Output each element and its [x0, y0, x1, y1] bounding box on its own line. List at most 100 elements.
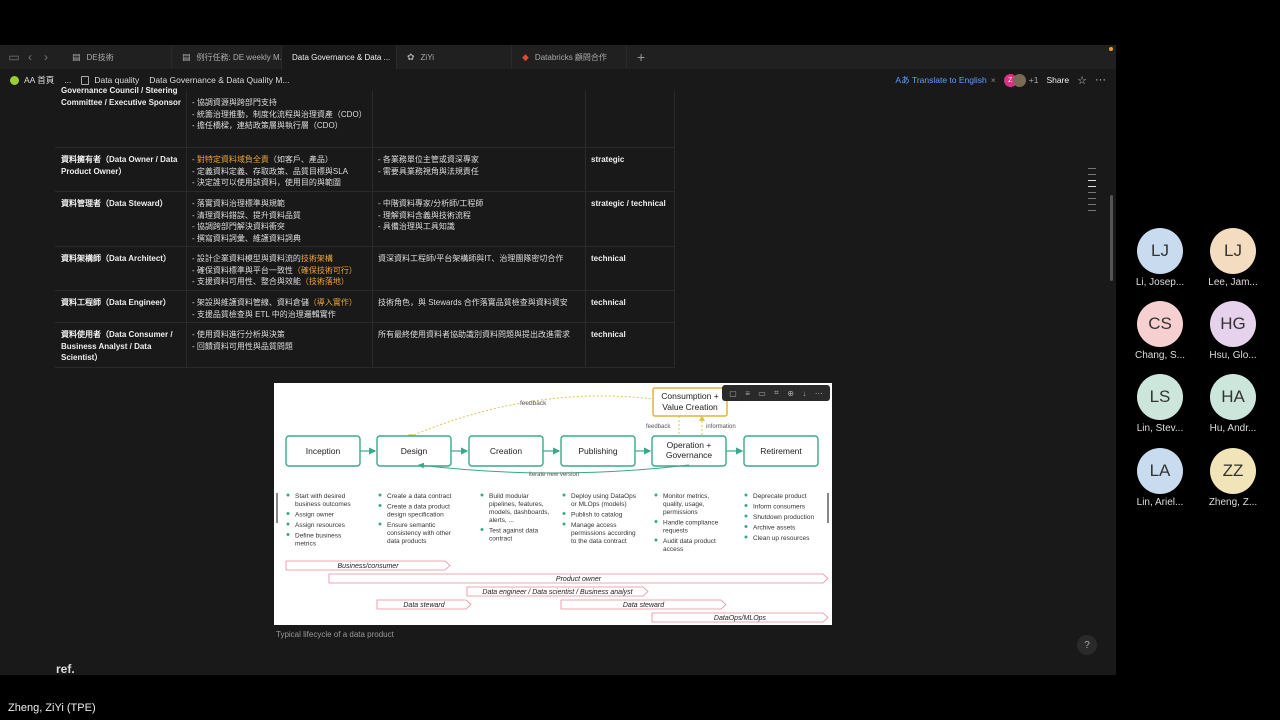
bullet-text: permissions [663, 509, 698, 516]
avatar: LS [1137, 374, 1183, 420]
new-tab-button[interactable]: + [627, 49, 655, 65]
bullet-text: Inform consumers [753, 504, 806, 511]
bullet-text: Archive assets [753, 525, 796, 532]
bullet-dot [286, 493, 290, 497]
members-cell: 資深資料工程師/平台架構師與IT、治理團隊密切合作 [378, 254, 564, 263]
download-icon[interactable]: ↓ [802, 389, 806, 398]
breadcrumb-current[interactable]: Data Governance & Data Quality M... [149, 75, 289, 85]
participant-tile[interactable]: HG Hsu, Glo... [1198, 301, 1268, 361]
image-toolbar: ▢ ≡ ▭ ⌗ ⊕ ↓ ⋯ [722, 385, 830, 401]
more-icon[interactable]: ⋯ [815, 389, 823, 398]
participant-tile[interactable]: LJ Lee, Jam... [1198, 228, 1268, 288]
table-row: 資料使用者（Data Consumer / Business Analyst /… [55, 323, 675, 368]
stage-label: Creation [490, 446, 522, 456]
role-label: Data engineer / Data scientist / Busines… [482, 589, 633, 596]
avatar: LJ [1137, 228, 1183, 274]
participant-tile[interactable]: LJ Li, Josep... [1125, 228, 1195, 288]
zoom-icon[interactable]: ⊕ [787, 389, 794, 398]
forward-arrow-icon[interactable]: › [38, 50, 54, 64]
bullet-dot [562, 512, 566, 515]
level-cell: strategic / technical [591, 199, 666, 208]
tab-databricks[interactable]: ◆ Databricks 顧問合作 [512, 45, 627, 69]
help-button[interactable]: ? [1077, 635, 1097, 655]
bullet-text: Audit data product [663, 538, 716, 545]
participant-tile[interactable]: CS Chang, S... [1125, 301, 1195, 361]
more-icon[interactable]: ··· [1095, 74, 1106, 86]
workspace-icon [10, 75, 19, 85]
align-icon[interactable]: ≡ [745, 389, 750, 398]
bullet-text: Deploy using DataOps [571, 493, 637, 500]
participant-tile[interactable]: HA Hu, Andr... [1198, 374, 1268, 434]
bullet-dot [744, 535, 748, 539]
bullet-text: Handle compliance [663, 520, 719, 527]
bullet-dot [654, 538, 658, 542]
share-button[interactable]: Share [1046, 75, 1069, 85]
bullet-text: Assign resources [295, 522, 346, 529]
bullet-dot [286, 512, 290, 515]
translate-icon: Aあ [895, 75, 912, 85]
star-icon[interactable]: ☆ [1077, 74, 1087, 87]
comment-icon[interactable]: ▢ [729, 389, 737, 398]
participant-name: Lin, Ariel... [1136, 497, 1184, 508]
image-right-bar [827, 493, 829, 523]
responsibility-cell: - 使用資料進行分析與決策 - 回饋資料可用性與品質問題 [192, 330, 293, 351]
avatar: ZZ [1210, 448, 1256, 494]
breadcrumb-parent[interactable]: Data quality [81, 75, 139, 85]
page-actions: Aあ Translate to English × Z +1 Share ☆ ··… [895, 69, 1106, 91]
translate-button[interactable]: Aあ Translate to English × [895, 74, 995, 86]
databricks-icon: ◆ [522, 51, 529, 62]
divider [674, 91, 675, 368]
breadcrumb-ellipsis[interactable]: ... [64, 75, 71, 85]
scrollbar[interactable] [1110, 195, 1113, 281]
bullet-text: requests [663, 528, 689, 535]
collaborators[interactable]: Z +1 [1003, 73, 1038, 87]
stage-label: Publishing [578, 446, 617, 456]
information-label: information [706, 424, 736, 430]
tab-data-governance[interactable]: Data Governance & Data ... [282, 45, 397, 69]
bullets-group: Start with desiredbusiness outcomes Assig… [286, 493, 814, 553]
ref-heading: ref. [56, 662, 75, 675]
stage-label: Operation + [667, 440, 712, 450]
tab-ziyi[interactable]: ✿ ZiYi [397, 45, 512, 69]
role-cell: 資料使用者（Data Consumer / Business Analyst /… [61, 330, 173, 362]
participant-name: Chang, S... [1134, 350, 1186, 361]
doc-icon: ▤ [182, 51, 191, 62]
crop-icon[interactable]: ⌗ [774, 388, 779, 398]
stage-group: Inception Design Creation Publishing Operati… [285, 435, 819, 467]
bullet-text: Create a data product [387, 504, 450, 511]
close-icon[interactable]: × [991, 75, 996, 85]
current-user-label: Zheng, ZiYi (TPE) [8, 702, 96, 714]
feedback-side-label: feedback [646, 424, 671, 430]
role-cell: 資料架構師（Data Architect） [61, 254, 171, 263]
stage-label: Governance [666, 450, 713, 460]
bullet-text: metrics [295, 541, 317, 548]
bullet-text: Publish to catalog [571, 512, 623, 519]
consumption-label-1: Consumption + [661, 391, 718, 401]
bullet-text: Define business [295, 533, 342, 540]
participant-tile[interactable]: ZZ Zheng, Z... [1198, 448, 1268, 508]
bullet-dot [378, 504, 382, 507]
members-cell: 技術角色，與 Stewards 合作落實品質檢查與資料資安 [378, 298, 568, 307]
bullet-text: Deprecate product [753, 493, 807, 500]
bullet-dot [744, 514, 748, 518]
lifecycle-diagram: Consumption + Value Creation feedback fe… [276, 387, 829, 623]
tab-de-tech[interactable]: ▤ DE技術 [62, 45, 172, 69]
tab-de-weekly[interactable]: ▤ 例行任務: DE weekly M... [172, 45, 282, 69]
participant-name: Lee, Jam... [1208, 277, 1258, 288]
bullet-text: Manage access [571, 522, 617, 529]
back-arrow-icon[interactable]: ‹ [22, 50, 38, 64]
bullet-text: Clean up resources [753, 535, 810, 542]
bullet-dot [744, 525, 748, 528]
bullet-text: Assign owner [295, 512, 335, 519]
participant-name: Zheng, Z... [1208, 497, 1258, 508]
outline-markers[interactable] [1088, 168, 1096, 216]
bullet-dot [480, 528, 484, 531]
bullet-dot [654, 493, 658, 497]
participant-tile[interactable]: LS Lin, Stev... [1125, 374, 1195, 434]
caption-icon[interactable]: ▭ [758, 389, 766, 398]
sidebar-toggle-icon[interactable]: ▭ [6, 50, 22, 64]
lifecycle-image[interactable]: Consumption + Value Creation feedback fe… [274, 383, 832, 625]
bullet-text: Start with desired [295, 493, 346, 500]
participant-tile[interactable]: LA Lin, Ariel... [1125, 448, 1195, 508]
breadcrumb-workspace[interactable]: AA 首頁 [10, 74, 54, 86]
